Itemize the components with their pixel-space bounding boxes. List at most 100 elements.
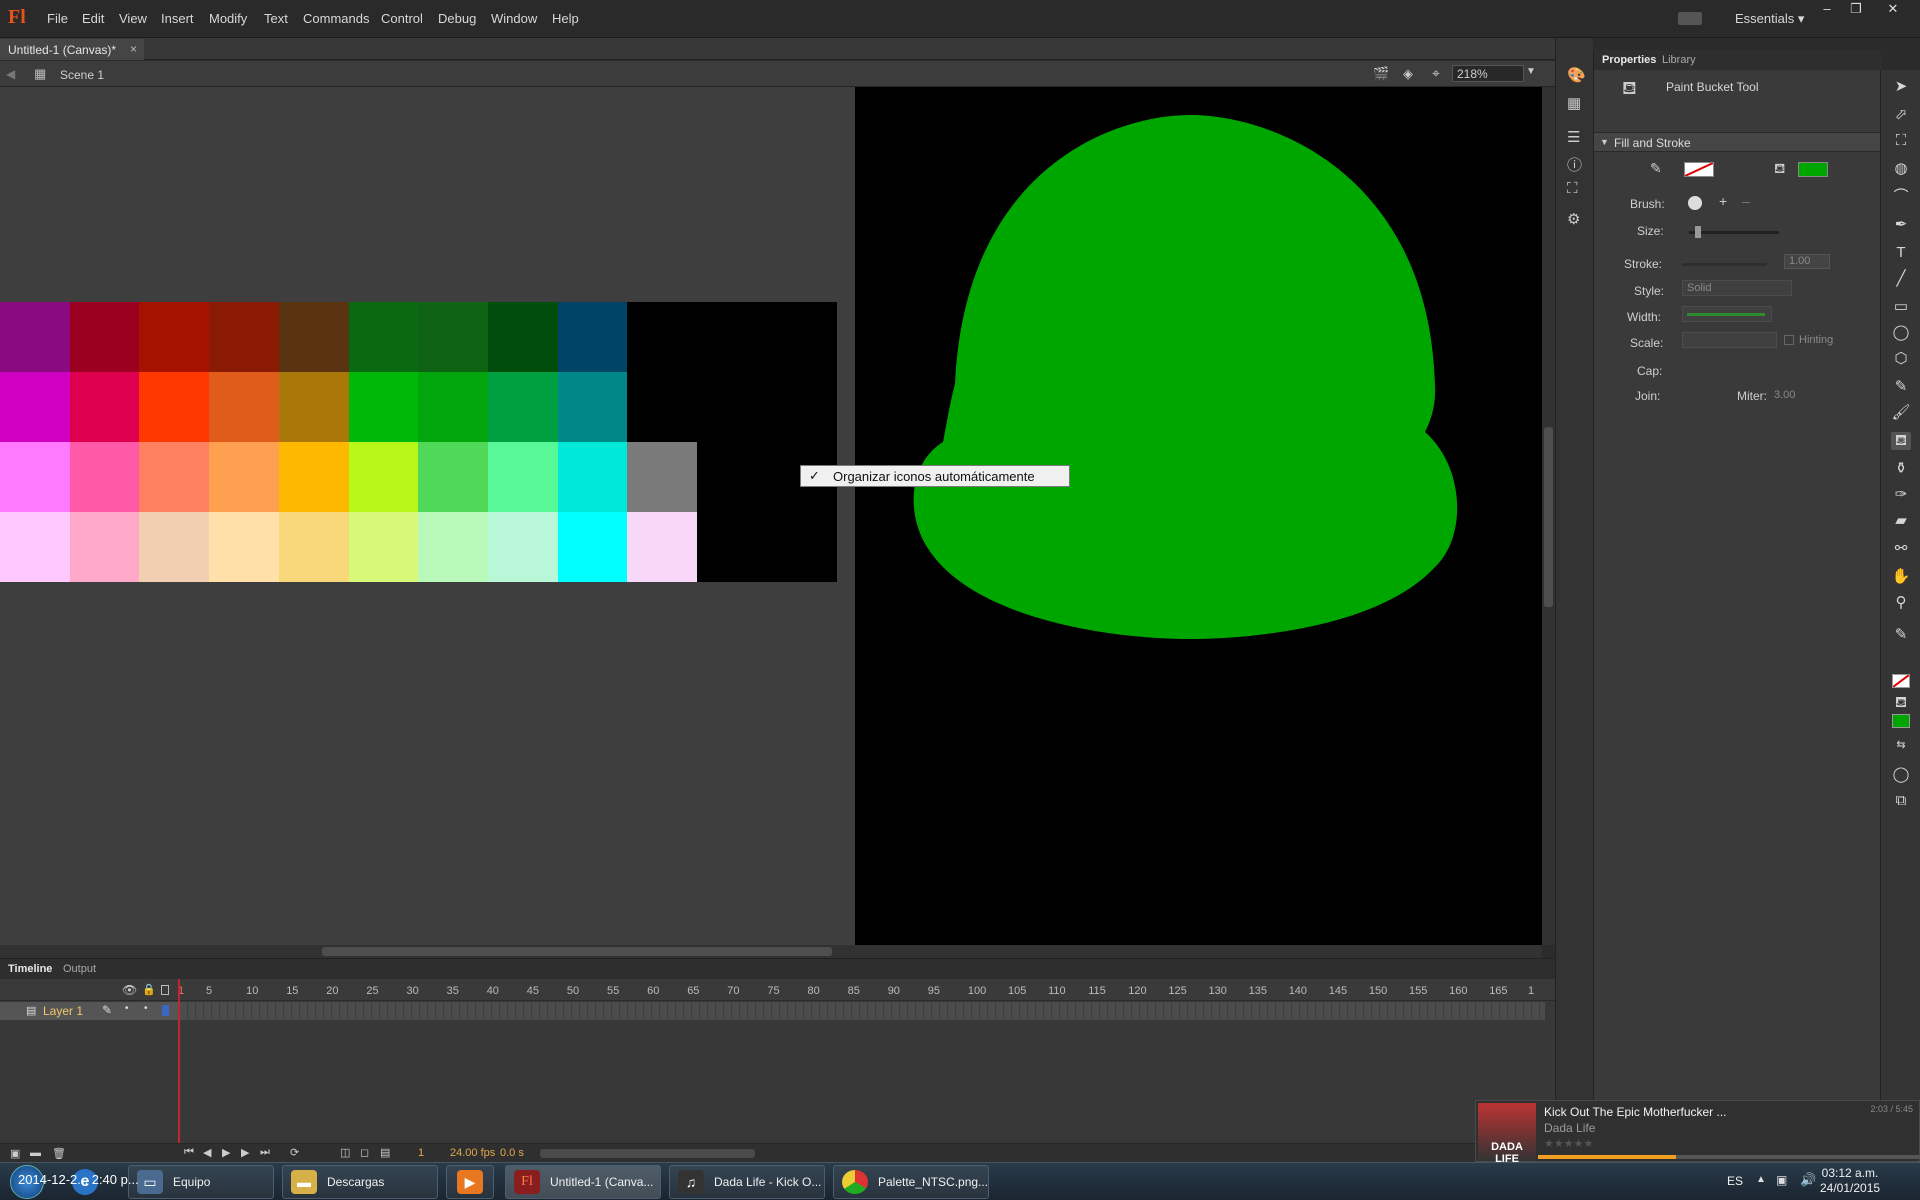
palette-swatch[interactable] [766, 512, 837, 582]
palette-swatch[interactable] [487, 442, 558, 512]
palette-swatch[interactable] [69, 442, 140, 512]
palette-swatch[interactable] [348, 372, 419, 442]
toolbar-fill-swatch[interactable] [1892, 714, 1910, 728]
color-panel-icon[interactable]: 🎨 [1567, 66, 1586, 84]
taskbar-item-media-player[interactable]: ▶ [446, 1165, 494, 1199]
bone-tool-icon[interactable]: ⚯ [1891, 540, 1911, 558]
tab-properties[interactable]: Properties [1602, 54, 1656, 66]
menu-edit[interactable]: Edit [82, 11, 104, 26]
taskbar-item-equipo[interactable]: ▭ Equipo [128, 1165, 274, 1199]
menu-file[interactable]: File [47, 11, 68, 26]
stage-canvas[interactable] [855, 87, 1542, 945]
zoom-dropdown-icon[interactable]: ▼ [1526, 66, 1536, 77]
paint-bucket-tool-icon[interactable]: ⛾ [1891, 432, 1911, 450]
menu-view[interactable]: View [119, 11, 147, 26]
size-slider[interactable] [1689, 231, 1779, 234]
sync-icon[interactable] [1678, 12, 1702, 25]
green-shape[interactable] [913, 115, 1458, 639]
workspace-switcher[interactable]: Essentials ▾ [1735, 11, 1804, 27]
palette-swatch[interactable] [69, 302, 140, 372]
pencil-icon[interactable]: ✎ [102, 1003, 112, 1017]
clock[interactable]: 03:12 a.m. 24/01/2015 [1820, 1166, 1880, 1196]
align-panel-icon[interactable]: ☰ [1567, 128, 1580, 146]
onion-skin-icon[interactable]: ◫ [340, 1146, 350, 1159]
outline-icon[interactable] [161, 985, 169, 995]
palette-swatch[interactable] [418, 442, 489, 512]
taskbar-item-chrome[interactable]: Palette_NTSC.png... [833, 1165, 989, 1199]
object-drawing-icon[interactable]: ◯ [1891, 766, 1911, 784]
menu-text[interactable]: Text [264, 11, 288, 26]
palette-swatch[interactable] [278, 442, 349, 512]
previous-frame-icon[interactable]: ◀ [203, 1146, 211, 1159]
eraser-tool-icon[interactable]: ▰ [1891, 512, 1911, 530]
info-panel-icon[interactable]: ⓘ [1567, 154, 1582, 175]
brush-tool-icon[interactable]: 🖌 [1891, 404, 1911, 422]
polystar-tool-icon[interactable]: ⬡ [1891, 350, 1911, 368]
transform-panel-icon[interactable]: ⛶ [1567, 180, 1578, 197]
edit-scene-icon[interactable]: 🎬 [1373, 66, 1389, 82]
layer-name-cell[interactable]: ▤ Layer 1 ✎ • • [0, 1002, 178, 1020]
text-tool-icon[interactable]: T [1891, 244, 1911, 262]
palette-swatch[interactable] [348, 302, 419, 372]
layer-row[interactable]: ▤ Layer 1 ✎ • • [0, 1002, 1545, 1020]
fill-color-swatch[interactable] [1798, 162, 1828, 177]
close-tab-icon[interactable]: × [130, 42, 137, 56]
stroke-color-swatch[interactable] [1684, 162, 1714, 177]
menu-help[interactable]: Help [552, 11, 579, 26]
lock-icon[interactable]: 🔒 [142, 983, 156, 996]
taskbar-item-flash[interactable]: Fl Untitled-1 (Canva... [505, 1165, 661, 1199]
palette-swatch[interactable] [627, 442, 698, 512]
palette-swatch[interactable] [139, 302, 210, 372]
size-slider-handle[interactable] [1695, 226, 1701, 238]
tab-library[interactable]: Library [1662, 54, 1696, 66]
hinting-checkbox[interactable] [1784, 335, 1794, 345]
first-frame-icon[interactable]: ⏮ [184, 1146, 194, 1159]
onion-outline-icon[interactable]: ◻ [360, 1146, 369, 1159]
taskbar-item-music[interactable]: ♫ Dada Life - Kick O... [669, 1165, 825, 1199]
edit-multiple-frames-icon[interactable]: ▤ [380, 1146, 390, 1159]
palette-swatch[interactable] [278, 512, 349, 582]
pen-tool-icon[interactable]: ✒ [1891, 216, 1911, 234]
collapse-icon[interactable]: ▼ [1600, 137, 1609, 147]
toolbar-stroke-swatch[interactable] [1892, 674, 1910, 688]
new-folder-icon[interactable]: ▬ [30, 1147, 41, 1159]
oval-tool-icon[interactable]: ◯ [1891, 324, 1911, 342]
palette-swatch[interactable] [557, 302, 628, 372]
network-icon[interactable]: ▣ [1776, 1173, 1787, 1187]
minus-icon[interactable]: – [1742, 193, 1750, 209]
palette-swatch[interactable] [697, 372, 767, 442]
palette-swatch[interactable] [418, 512, 489, 582]
palette-swatch[interactable] [0, 512, 70, 582]
palette-swatch[interactable] [627, 512, 698, 582]
palette-swatch[interactable] [697, 302, 767, 372]
edit-symbol-icon[interactable]: ◈ [1403, 66, 1413, 82]
plus-icon[interactable]: + [1719, 193, 1727, 209]
palette-swatch[interactable] [0, 442, 70, 512]
palette-swatch[interactable] [418, 302, 489, 372]
palette-swatch[interactable] [627, 372, 698, 442]
language-indicator[interactable]: ES [1727, 1174, 1743, 1188]
last-frame-icon[interactable]: ⏭ [260, 1146, 270, 1159]
lock-dot-icon[interactable]: • [144, 1003, 148, 1014]
palette-swatch[interactable] [348, 442, 419, 512]
menu-insert[interactable]: Insert [161, 11, 194, 26]
menu-debug[interactable]: Debug [438, 11, 476, 26]
palette-swatch[interactable] [487, 372, 558, 442]
miter-input[interactable]: 3.00 [1774, 389, 1795, 401]
swatches-panel-icon[interactable]: ▦ [1567, 94, 1581, 112]
menu-control[interactable]: Control [381, 11, 423, 26]
hand-tool-icon[interactable]: ✋ [1891, 568, 1911, 586]
palette-swatch[interactable] [418, 372, 489, 442]
vertical-scrollbar[interactable] [1542, 87, 1555, 945]
palette-swatch[interactable] [209, 302, 280, 372]
palette-swatch[interactable] [209, 512, 280, 582]
horizontal-scroll-thumb[interactable] [322, 947, 832, 956]
palette-swatch[interactable] [697, 512, 767, 582]
loop-icon[interactable]: ⟳ [290, 1146, 299, 1159]
palette-swatch[interactable] [0, 302, 70, 372]
palette-swatch[interactable] [557, 442, 628, 512]
frame-ruler[interactable]: 👁 🔒 1 5 10 15 20 25 30 35 40 45 50 55 60 65 70 75 80 85 90… [0, 979, 1555, 1001]
lasso-tool-icon[interactable]: ⌒ [1891, 188, 1911, 206]
palette-swatch[interactable] [348, 512, 419, 582]
zoom-input[interactable]: 218% [1452, 65, 1524, 82]
